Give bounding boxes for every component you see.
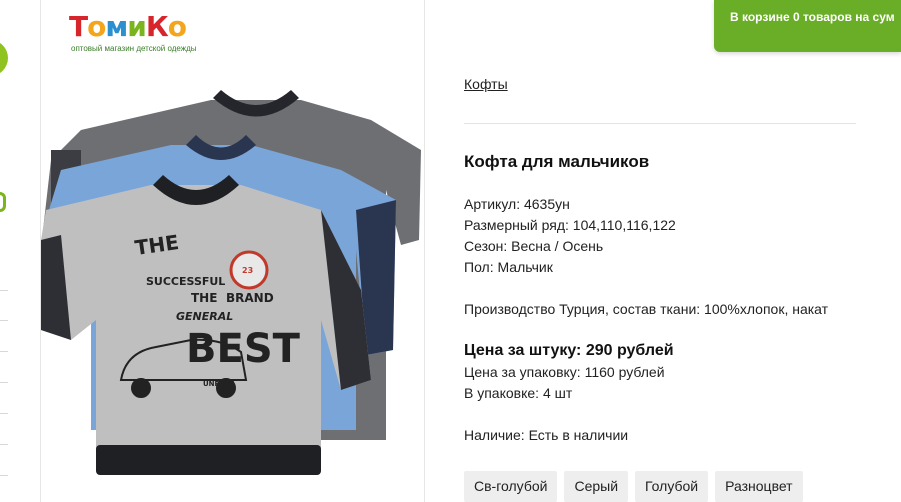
print-general: GENERAL bbox=[176, 310, 233, 323]
cart-suffix: на сум bbox=[851, 10, 895, 24]
store-logo[interactable]: ТомиКо оптовый магазин детской одежды bbox=[55, 6, 235, 54]
green-decor-icon bbox=[0, 40, 8, 76]
product-photo[interactable]: THE SUCCESSFUL THE BRAND GENERAL BEST UN… bbox=[41, 90, 426, 490]
price-per-item: Цена за штуку: 290 рублей bbox=[464, 342, 674, 359]
product-title: Кофта для мальчиков bbox=[464, 152, 650, 171]
breadcrumb-category-link[interactable]: Кофты bbox=[464, 76, 508, 92]
product-production: Производство Турция, состав ткани: 100%х… bbox=[464, 301, 829, 317]
logo-tagline: оптовый магазин детской одежды bbox=[71, 44, 197, 53]
print-successful: SUCCESSFUL bbox=[146, 275, 225, 288]
cart-prefix: В корзине bbox=[730, 10, 793, 24]
divider bbox=[464, 123, 856, 124]
print-the-2: THE bbox=[191, 291, 217, 305]
availability-status: Наличие: Есть в наличии bbox=[464, 427, 629, 443]
left-sidebar-edge bbox=[0, 0, 40, 502]
color-option-blue[interactable]: Голубой bbox=[635, 471, 709, 502]
color-option-grey[interactable]: Серый bbox=[564, 471, 629, 502]
product-season: Сезон: Весна / Осень bbox=[464, 238, 604, 254]
product-gender: Пол: Мальчик bbox=[464, 259, 553, 275]
product-sizes: Размерный ряд: 104,110,116,122 bbox=[464, 217, 676, 233]
print-brand: BRAND bbox=[226, 291, 274, 305]
color-options: Св-голубой Серый Голубой Разноцвет bbox=[464, 471, 803, 502]
logo-wordmark: ТомиКо bbox=[69, 10, 187, 43]
green-bracket-icon bbox=[0, 192, 6, 212]
color-option-multicolor[interactable]: Разноцвет bbox=[715, 471, 803, 502]
price-per-pack: Цена за упаковку: 1160 рублей bbox=[464, 364, 665, 380]
cart-summary-banner[interactable]: В корзине 0 товаров на сум bbox=[714, 0, 901, 52]
items-in-pack: В упаковке: 4 шт bbox=[464, 385, 573, 401]
product-article: Артикул: 4635ун bbox=[464, 196, 570, 212]
cart-count: 0 товаров bbox=[792, 10, 852, 24]
print-badge: 23 bbox=[242, 266, 253, 275]
product-image-card[interactable]: ТомиКо оптовый магазин детской одежды TH… bbox=[40, 0, 425, 502]
color-option-light-blue[interactable]: Св-голубой bbox=[464, 471, 558, 502]
